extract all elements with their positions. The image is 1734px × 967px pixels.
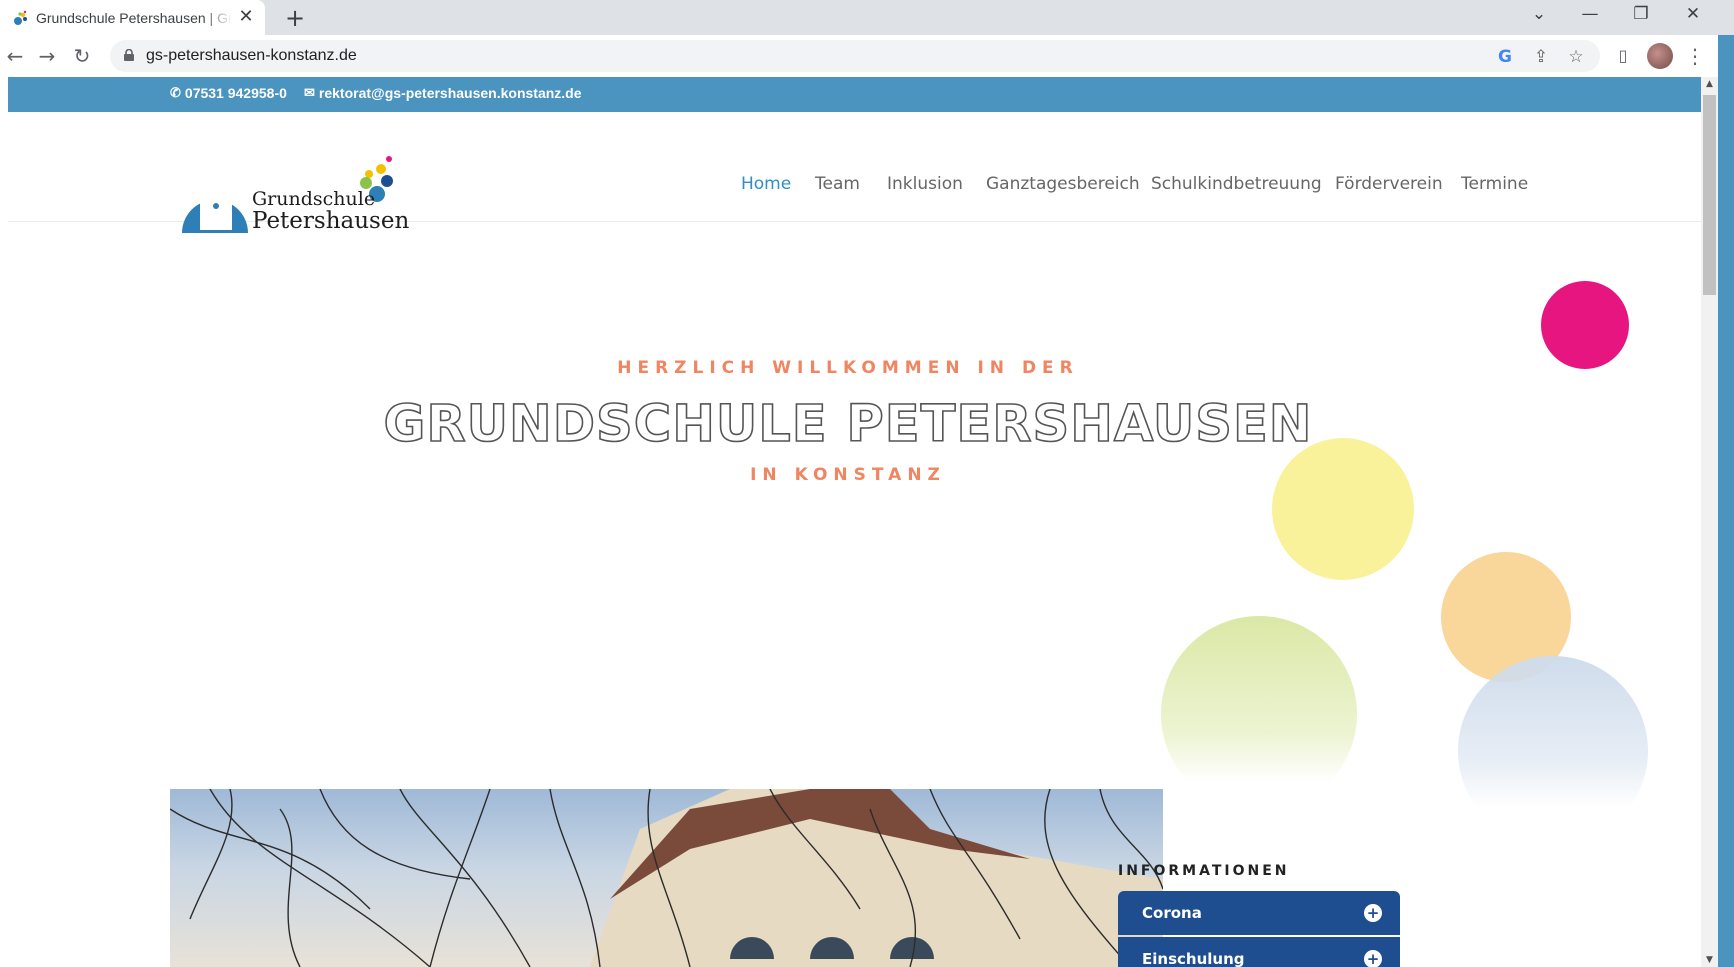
envelope-icon: ✉: [304, 85, 315, 100]
info-title: INFORMATIONEN: [1118, 863, 1290, 879]
lock-icon: [124, 49, 134, 61]
browser-window: Grundschule Petershausen | Grundschule P…: [0, 0, 1734, 967]
nav-item-inklusion[interactable]: Inklusion: [887, 174, 963, 194]
scrollbar-thumb[interactable]: [1703, 95, 1716, 295]
back-arrow-icon[interactable]: ←: [0, 41, 30, 71]
nav-item-foerderverein[interactable]: Förderverein: [1335, 174, 1443, 194]
nav-item-schulkindbetreuung[interactable]: Schulkindbetreuung: [1151, 174, 1322, 194]
plus-circle-icon[interactable]: +: [1364, 904, 1382, 922]
restore-button[interactable]: ❐: [1616, 0, 1666, 30]
school-logo[interactable]: Grundschule Petershausen: [182, 154, 412, 234]
close-window-button[interactable]: ✕: [1668, 0, 1718, 30]
menu-kebab-icon[interactable]: ⋮: [1680, 41, 1710, 71]
nav-item-home[interactable]: Home: [741, 174, 791, 194]
contact-bar: ✆ 07531 942958-0 ✉ rektorat@gs-petershau…: [8, 77, 1701, 112]
decor-bubble-yellow: [1272, 438, 1414, 580]
decor-bubble-green: [1161, 616, 1357, 812]
profile-avatar[interactable]: [1647, 43, 1673, 69]
hero-subtitle: IN KONSTANZ: [750, 465, 946, 485]
tab-strip: Grundschule Petershausen | Grundschule P…: [0, 0, 1734, 35]
nav-item-ganztagesbereich[interactable]: Ganztagesbereich: [986, 174, 1140, 194]
hero-title: GRUNDSCHULE PETERSHAUSEN: [383, 394, 1313, 455]
url-text: gs-petershausen-konstanz.de: [146, 47, 357, 64]
plus-circle-icon[interactable]: +: [1364, 950, 1382, 967]
browser-toolbar: ← → ↻ gs-petershausen-konstanz.de G ⇪ ☆ …: [0, 35, 1734, 77]
email-link[interactable]: ✉ rektorat@gs-petershausen.konstanz.de: [304, 85, 582, 101]
accordion-label: Einschulung: [1142, 950, 1245, 967]
nav-item-termine[interactable]: Termine: [1461, 174, 1528, 194]
forward-arrow-icon[interactable]: →: [32, 41, 62, 71]
address-bar[interactable]: gs-petershausen-konstanz.de G ⇪ ☆: [110, 40, 1600, 72]
phone-link[interactable]: ✆ 07531 942958-0: [170, 85, 287, 101]
site-favicon-icon: [14, 10, 27, 25]
hero-eyebrow: HERZLICH WILLKOMMEN IN DER: [617, 358, 1079, 378]
accordion-label: Corona: [1142, 904, 1202, 922]
phone-number: 07531 942958-0: [184, 85, 287, 101]
email-address: rektorat@gs-petershausen.konstanz.de: [318, 85, 582, 101]
reload-icon[interactable]: ↻: [67, 41, 97, 71]
decor-bubble-blue: [1458, 656, 1648, 846]
main-nav: Home Team Inklusion Ganztagesbereich Sch…: [741, 174, 1541, 204]
decor-bubble-pink: [1541, 281, 1629, 369]
phone-icon: ✆: [170, 85, 181, 100]
side-panel-icon[interactable]: ▯: [1608, 41, 1638, 71]
accordion-item-einschulung[interactable]: Einschulung +: [1118, 937, 1400, 967]
bookmark-star-icon[interactable]: ☆: [1565, 46, 1587, 68]
share-icon[interactable]: ⇪: [1530, 46, 1552, 68]
school-building-image: [170, 789, 1163, 967]
page-scrollbar[interactable]: ▲ ▼: [1701, 77, 1718, 967]
tab-title: Grundschule Petershausen | Grundschule P…: [36, 9, 232, 26]
tab-search-icon[interactable]: ⌄: [1514, 0, 1564, 30]
accordion-item-corona[interactable]: Corona +: [1118, 891, 1400, 935]
school-building-photo: [170, 789, 1163, 967]
scroll-down-icon[interactable]: ▼: [1704, 955, 1715, 965]
page-viewport: ✆ 07531 942958-0 ✉ rektorat@gs-petershau…: [8, 77, 1701, 967]
tab-close-icon[interactable]: ✕: [235, 6, 257, 28]
info-panel: INFORMATIONEN Corona + Einschulung +: [1118, 863, 1402, 967]
scroll-up-icon[interactable]: ▲: [1704, 79, 1715, 89]
nav-item-team[interactable]: Team: [815, 174, 860, 194]
site-header: Grundschule Petershausen Home Team Inklu…: [8, 112, 1701, 234]
new-tab-button[interactable]: +: [280, 3, 310, 33]
active-tab[interactable]: Grundschule Petershausen | Grundschule P…: [0, 0, 265, 35]
window-edge: [1718, 35, 1734, 967]
google-lens-icon[interactable]: G: [1494, 46, 1516, 68]
minimize-button[interactable]: —: [1565, 0, 1615, 30]
logo-line-1: Grundschule: [252, 188, 376, 210]
